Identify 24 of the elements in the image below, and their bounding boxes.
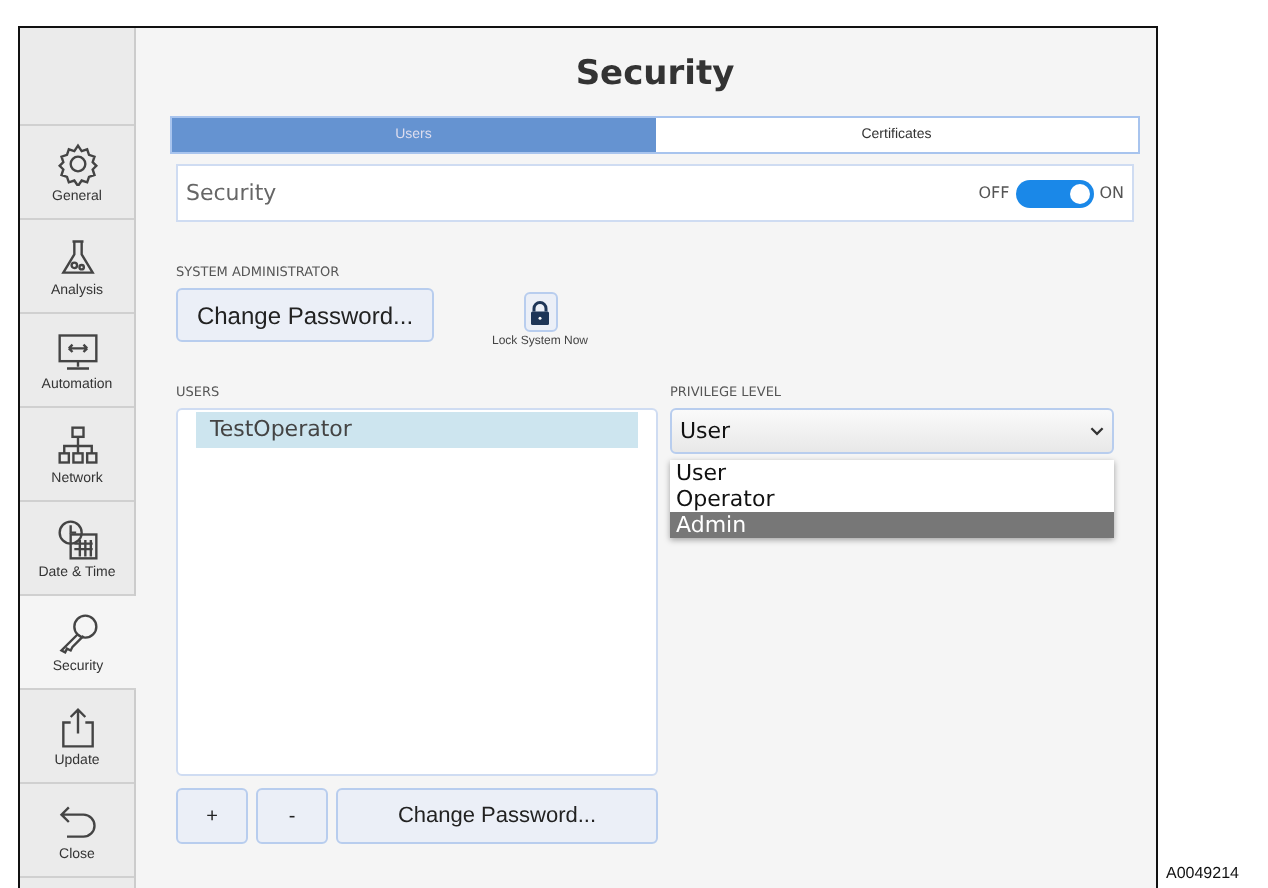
page-title: Security bbox=[573, 54, 737, 94]
padlock-icon bbox=[528, 299, 552, 325]
dropdown-option[interactable]: Admin bbox=[670, 512, 1114, 538]
toggle-switch[interactable] bbox=[1015, 179, 1094, 207]
change-password-button[interactable]: Change Password... bbox=[176, 288, 434, 342]
gear-icon bbox=[55, 141, 99, 185]
change-password-button[interactable]: Change Password... bbox=[336, 788, 658, 844]
calendar-clock-icon bbox=[55, 517, 99, 561]
dropdown-option[interactable]: User bbox=[670, 460, 1114, 486]
list-item[interactable]: TestOperator bbox=[196, 412, 638, 448]
figure-id: A0049214 bbox=[1166, 864, 1239, 882]
monitor-icon bbox=[55, 329, 99, 373]
flask-icon bbox=[55, 235, 99, 279]
lock-button[interactable] bbox=[523, 292, 557, 332]
security-label: Security bbox=[186, 180, 277, 206]
network-icon bbox=[55, 423, 99, 467]
on-label: ON bbox=[1099, 184, 1124, 202]
remove-button[interactable]: - bbox=[256, 788, 328, 844]
chevron-down-icon bbox=[1090, 426, 1104, 436]
privilege-dropdown[interactable]: User bbox=[670, 408, 1114, 454]
dropdown-option[interactable]: Operator bbox=[670, 486, 1114, 512]
add-button[interactable]: + bbox=[176, 788, 248, 844]
key-icon bbox=[56, 611, 100, 655]
off-label: OFF bbox=[978, 184, 1010, 202]
